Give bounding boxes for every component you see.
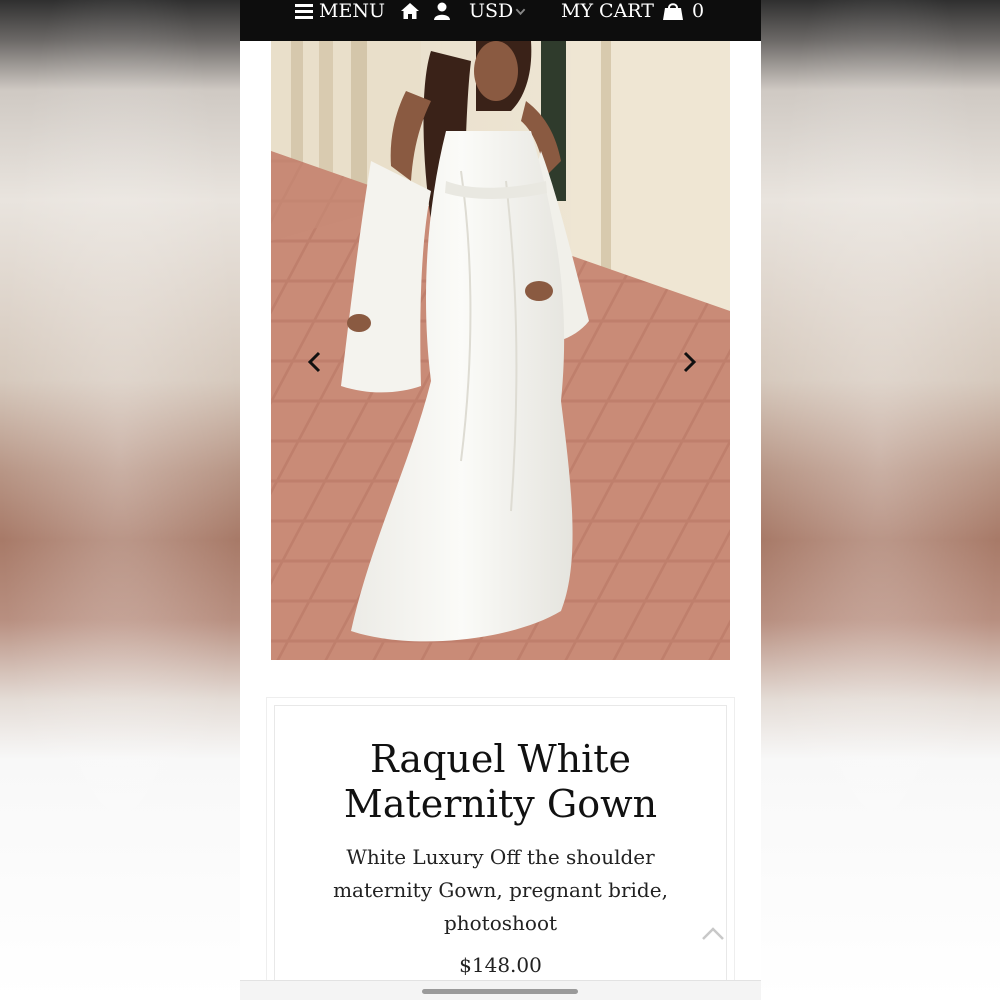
product-price: $148.00 [459,953,542,977]
shopping-bag-icon [662,3,683,20]
top-nav-bar: MENU USD MY CART 0 [240,0,761,41]
chevron-left-icon [307,351,321,373]
menu-label: MENU [319,0,385,22]
product-title: Raquel White Maternity Gown [343,737,658,826]
chevron-up-icon [702,927,724,940]
home-icon [401,3,419,19]
mobile-page: MENU USD MY CART 0 Raquel White Maternit… [240,0,761,1000]
user-icon [434,2,450,20]
product-info-card: Raquel White Maternity Gown White Luxury… [266,697,735,1000]
cart-label: MY CART [561,0,654,22]
blurred-backdrop-left [0,0,240,1000]
product-info-inner: Raquel White Maternity Gown White Luxury… [274,705,727,1000]
menu-button[interactable]: MENU [295,0,385,22]
product-photo [271,41,730,660]
browser-bottom-bar [240,980,761,1000]
scroll-to-top-button[interactable] [700,924,726,942]
gallery-prev-button[interactable] [301,345,329,379]
chevron-right-icon [683,351,697,373]
cart-button[interactable]: MY CART 0 [561,0,704,22]
home-button[interactable] [400,0,420,22]
product-image-gallery[interactable] [271,41,730,660]
chevron-down-icon [515,8,526,15]
hamburger-icon [295,4,313,19]
currency-selector[interactable]: USD [469,0,526,22]
product-description: White Luxury Off the shoulder maternity … [333,845,668,935]
currency-label: USD [469,0,514,22]
cart-count: 0 [691,0,705,22]
home-indicator[interactable] [422,989,578,994]
blurred-backdrop-right [760,0,1000,1000]
account-button[interactable] [433,0,451,22]
gallery-next-button[interactable] [675,345,703,379]
